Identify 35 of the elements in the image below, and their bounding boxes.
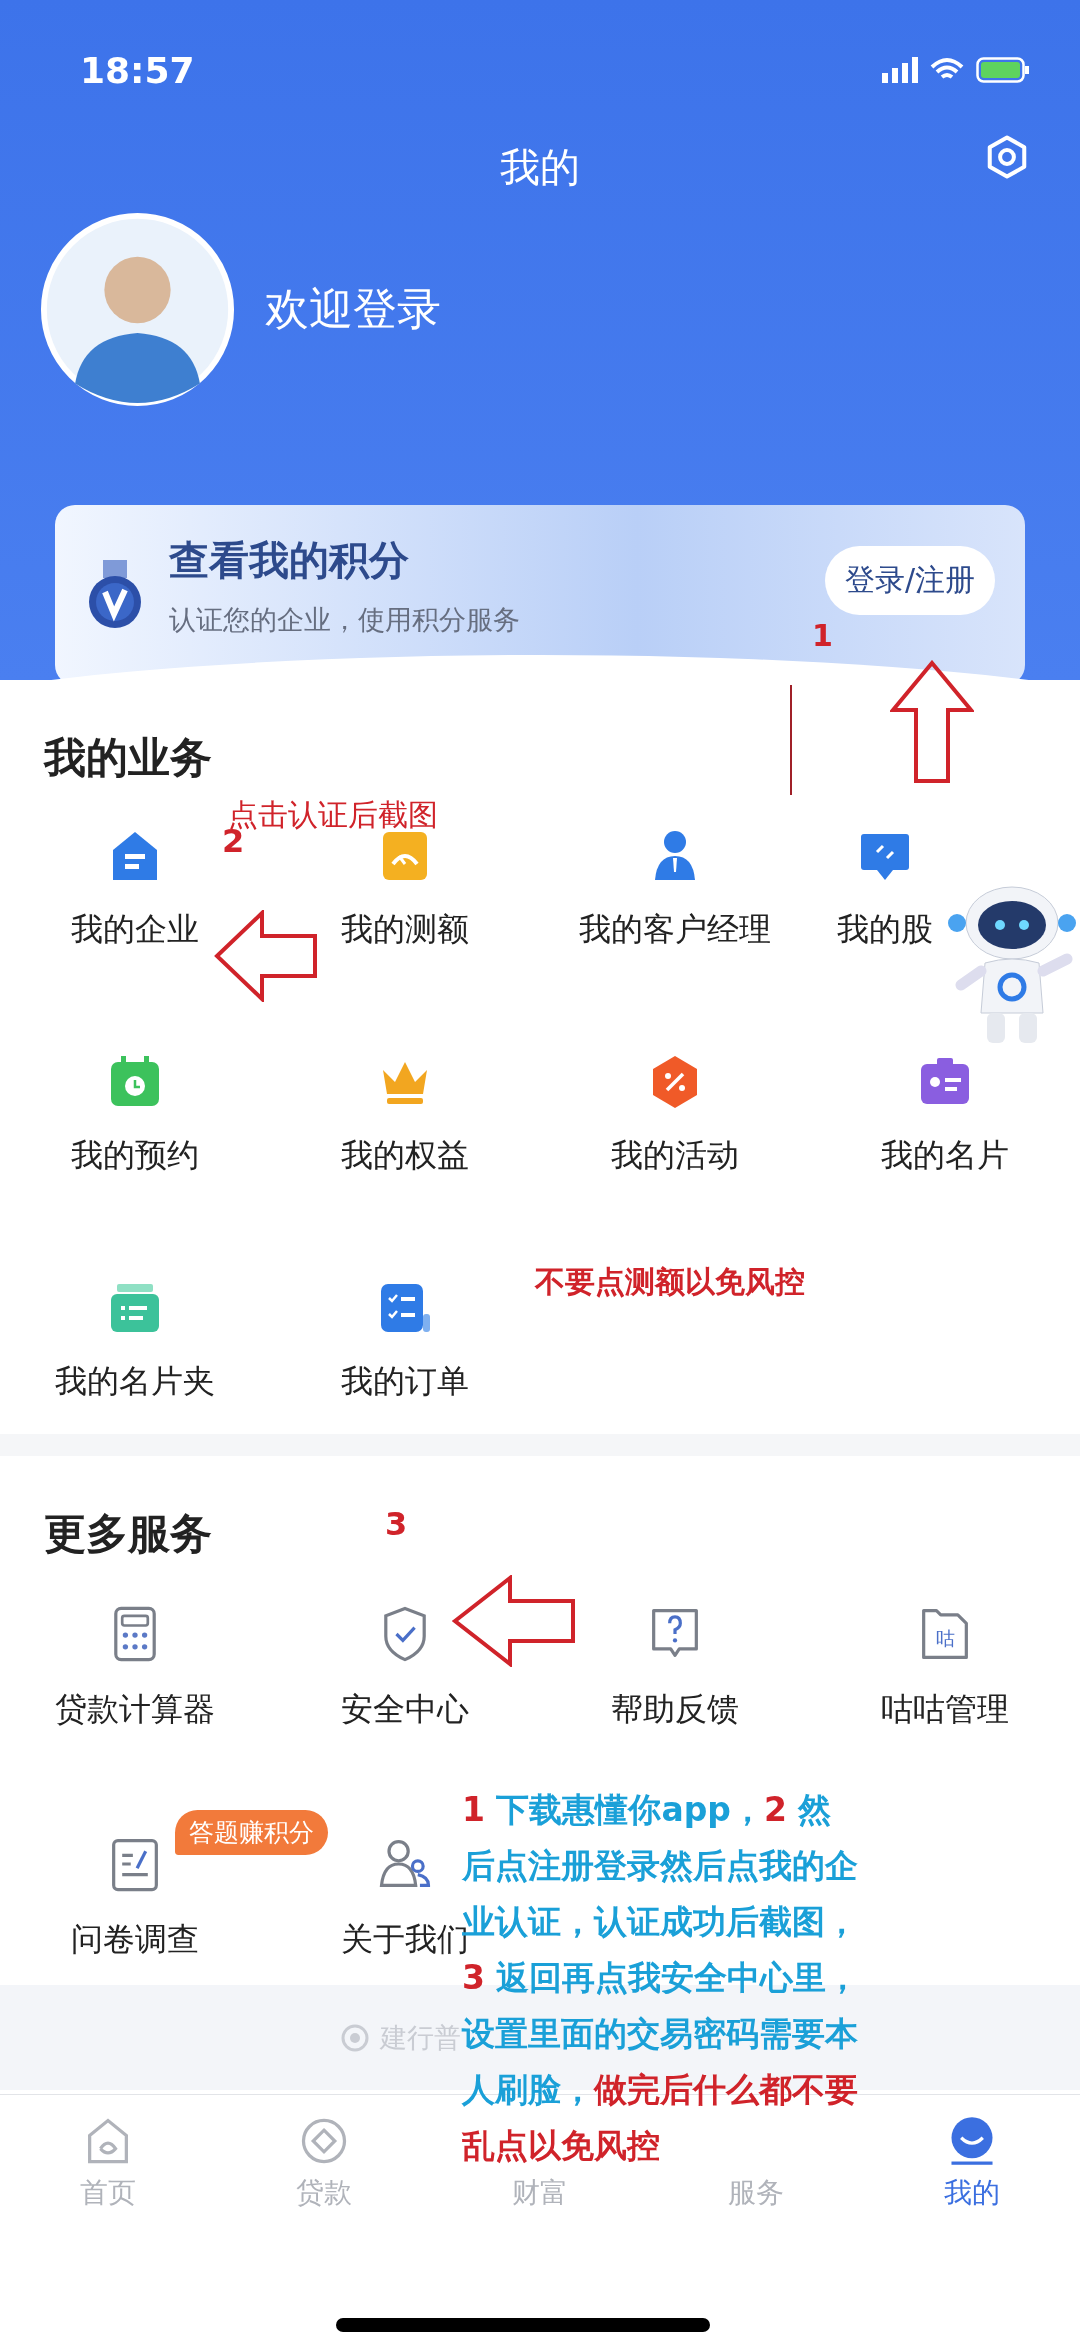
service-item-label[interactable]: 咕咕管理 [881, 1688, 1009, 1732]
section-title: 我的业务 [44, 732, 212, 784]
status-time: 18:57 [80, 49, 195, 91]
business-item-label[interactable]: 我的订单 [341, 1360, 469, 1404]
business-item-label[interactable]: 我的权益 [341, 1134, 469, 1178]
business-item-label[interactable]: 我的名片 [881, 1134, 1009, 1178]
section-title: 更多服务 [44, 1508, 212, 1560]
business-item-label[interactable]: 我的客户经理 [579, 908, 771, 952]
business-item-label[interactable]: 我的活动 [611, 1134, 739, 1178]
step-number: 3 [385, 1505, 408, 1543]
signal-icon [882, 57, 918, 83]
page-title: 我的 [500, 143, 580, 192]
service-item-label[interactable]: 帮助反馈 [611, 1688, 739, 1732]
annotation-warning: 不要点测额以免风控 [535, 1263, 805, 1301]
left-arrow-icon [214, 910, 318, 1002]
business-item-label[interactable]: 我的股 [837, 908, 933, 952]
business-item-label[interactable]: 我的名片夹 [55, 1360, 215, 1404]
tab[interactable]: 我的 [944, 2114, 1000, 2212]
up-arrow-icon [890, 660, 974, 784]
target-icon [340, 2022, 370, 2053]
business-item-label[interactable]: 我的测额 [341, 908, 469, 952]
service-item-label[interactable]: 贷款计算器 [55, 1688, 215, 1732]
step-number: 1 [812, 618, 833, 653]
service-item-label[interactable]: 问卷调查 [71, 1918, 199, 1962]
battery-icon [976, 57, 1030, 83]
login-register-button[interactable]: 登录/注册 [824, 545, 995, 615]
service-item-label[interactable]: 安全中心 [341, 1688, 469, 1732]
promo-badge: 答题赚积分 [175, 1810, 328, 1855]
avatar-silhouette[interactable] [40, 212, 235, 407]
left-arrow-icon [452, 1575, 576, 1667]
card-subtitle: 认证您的企业，使用积分服务 [169, 602, 521, 637]
card-title: 查看我的积分 [169, 535, 410, 585]
business-item-label[interactable]: 我的预约 [71, 1134, 199, 1178]
business-item-label[interactable]: 我的企业 [71, 908, 199, 952]
login-prompt[interactable]: 欢迎登录 [265, 280, 441, 339]
